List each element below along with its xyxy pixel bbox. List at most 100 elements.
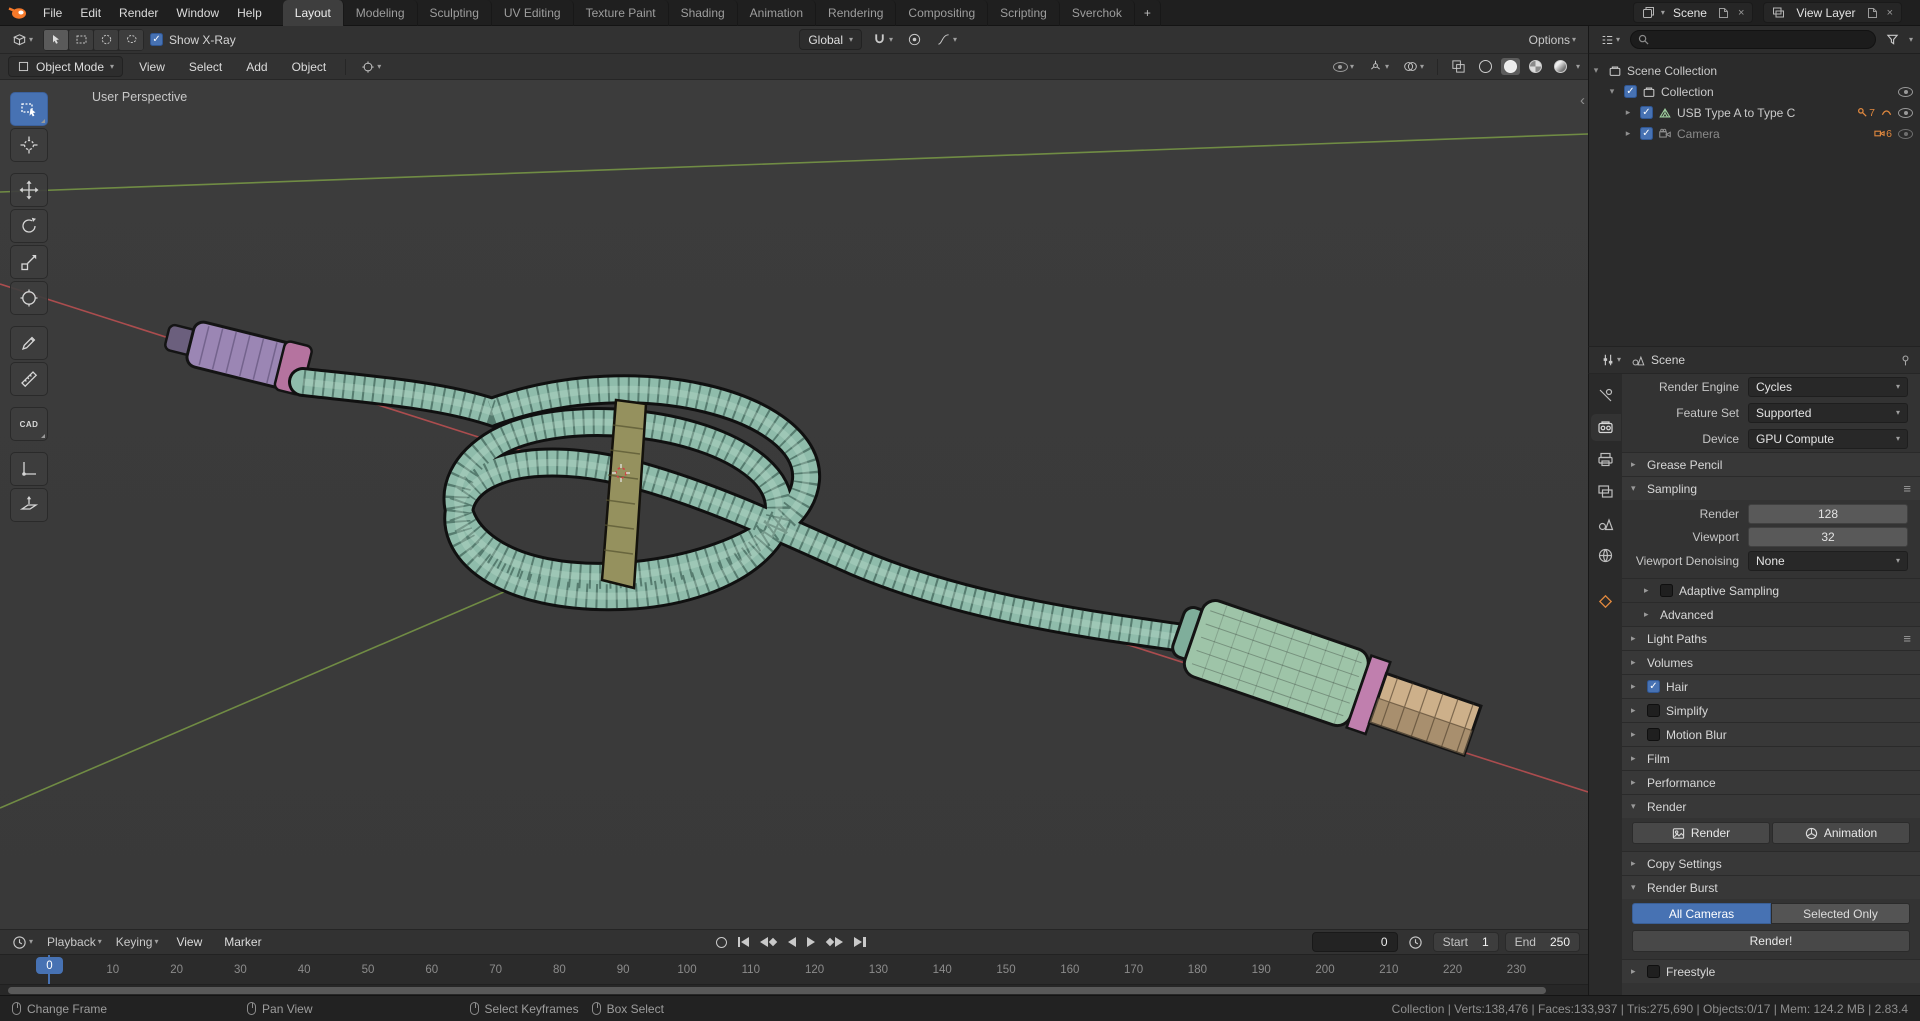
expand-icon[interactable]: ▾ [1589, 65, 1603, 76]
feature-set-select[interactable]: Supported ▾ [1748, 403, 1908, 423]
outliner-row-usb-object[interactable]: ▸ USB Type A to Type C 7 [1589, 102, 1920, 123]
camera-checkbox[interactable] [1640, 127, 1653, 140]
tab-scene-properties[interactable] [1591, 510, 1621, 537]
selected-only-button[interactable]: Selected Only [1771, 903, 1910, 924]
section-hair[interactable]: ▸ Hair [1622, 674, 1920, 698]
next-keyframe-button[interactable] [825, 937, 844, 947]
proportional-falloff-icon[interactable]: ▾ [932, 30, 961, 49]
toggle-xray-button[interactable] [1447, 57, 1470, 76]
viewport-denoising-select[interactable]: None ▾ [1748, 551, 1908, 571]
section-motion-blur[interactable]: ▸ Motion Blur [1622, 722, 1920, 746]
scrollbar-thumb[interactable] [8, 987, 1546, 994]
simplify-checkbox[interactable] [1647, 704, 1660, 717]
shading-solid-button[interactable] [1500, 58, 1520, 75]
section-copy-settings[interactable]: ▸ Copy Settings [1622, 851, 1920, 875]
workspace-tab-scripting[interactable]: Scripting [988, 0, 1060, 26]
outliner-editor-type-select[interactable]: ▾ [1596, 31, 1624, 49]
current-frame-field[interactable]: 0 [1311, 932, 1398, 952]
measure-tool[interactable] [10, 362, 48, 396]
viewport-menu-add[interactable]: Add [238, 58, 275, 76]
show-gizmo-menu[interactable]: ▾ [1364, 57, 1393, 76]
outliner-filter-icon[interactable] [1882, 31, 1903, 48]
shading-material-button[interactable] [1526, 58, 1545, 75]
playhead[interactable]: 0 [36, 957, 63, 974]
play-reverse-button[interactable] [788, 937, 797, 947]
show-xray-checkbox[interactable] [150, 33, 164, 46]
select-mode-box-button[interactable] [69, 29, 94, 50]
timeline-scrollbar[interactable] [0, 984, 1588, 995]
remove-view-layer-button[interactable]: × [1884, 7, 1896, 19]
select-mode-lasso-button[interactable] [119, 29, 144, 50]
chevron-down-icon[interactable]: ▾ [1576, 62, 1580, 71]
playback-menu[interactable]: Playback ▾ [43, 933, 106, 951]
viewport-menu-object[interactable]: Object [284, 58, 335, 76]
expand-icon[interactable]: ▾ [1605, 86, 1619, 97]
options-menu[interactable]: Options ▾ [1525, 31, 1580, 49]
cursor-tool[interactable] [10, 128, 48, 162]
cad-plane-tool[interactable] [10, 488, 48, 522]
panel-menu-icon[interactable]: ≡ [1903, 631, 1911, 646]
annotate-tool[interactable] [10, 326, 48, 360]
section-light-paths[interactable]: ▸ Light Paths ≡ [1622, 626, 1920, 650]
section-simplify[interactable]: ▸ Simplify [1622, 698, 1920, 722]
shading-rendered-button[interactable] [1551, 58, 1570, 75]
tab-view-layer-properties[interactable] [1591, 478, 1621, 505]
shading-wireframe-button[interactable] [1476, 58, 1495, 75]
outliner-row-collection[interactable]: ▾ Collection [1589, 81, 1920, 102]
panel-menu-icon[interactable]: ≡ [1903, 481, 1911, 496]
freestyle-checkbox[interactable] [1647, 965, 1660, 978]
eye-icon[interactable] [1898, 128, 1913, 139]
section-volumes[interactable]: ▸ Volumes [1622, 650, 1920, 674]
chevron-down-icon[interactable]: ▾ [1909, 35, 1913, 44]
usb-cable[interactable] [288, 367, 1211, 655]
tab-tool-properties[interactable] [1591, 382, 1621, 409]
workspace-tab-texture-paint[interactable]: Texture Paint [574, 0, 669, 26]
rotate-tool[interactable] [10, 209, 48, 243]
all-cameras-button[interactable]: All Cameras [1632, 903, 1771, 924]
menu-render[interactable]: Render [110, 2, 167, 24]
menu-window[interactable]: Window [167, 2, 228, 24]
browse-scene-icon[interactable] [1639, 6, 1658, 19]
move-tool[interactable] [10, 173, 48, 207]
viewport-menu-select[interactable]: Select [181, 58, 230, 76]
workspace-tab-compositing[interactable]: Compositing [896, 0, 989, 26]
section-film[interactable]: ▸ Film [1622, 746, 1920, 770]
section-render-burst[interactable]: ▾ Render Burst [1622, 875, 1920, 899]
menu-file[interactable]: File [34, 2, 71, 24]
region-collapse-arrow[interactable]: ‹ [1580, 92, 1585, 109]
workspace-tab-uv-editing[interactable]: UV Editing [492, 0, 574, 26]
select-box-tool[interactable] [10, 92, 48, 126]
timeline-editor-type-select[interactable]: ▾ [8, 933, 37, 952]
outliner-row-scene-collection[interactable]: ▾ Scene Collection [1589, 60, 1920, 81]
view-layer-name[interactable]: View Layer [1791, 6, 1860, 20]
collection-checkbox[interactable] [1624, 85, 1637, 98]
section-freestyle[interactable]: ▸ Freestyle [1622, 959, 1920, 983]
workspace-add-button[interactable]: + [1135, 0, 1161, 26]
frame-start-field[interactable]: Start 1 [1432, 932, 1499, 952]
device-select[interactable]: GPU Compute ▾ [1748, 429, 1908, 449]
adaptive-sampling-checkbox[interactable] [1660, 584, 1673, 597]
remove-scene-button[interactable]: × [1735, 7, 1747, 19]
render-button[interactable]: Render [1632, 822, 1770, 844]
render-samples-field[interactable]: 128 [1748, 503, 1908, 524]
section-performance[interactable]: ▸ Performance [1622, 770, 1920, 794]
hair-checkbox[interactable] [1647, 680, 1660, 693]
section-render[interactable]: ▾ Render [1622, 794, 1920, 818]
autokey-record-button[interactable] [715, 936, 727, 948]
scene-name[interactable]: Scene [1668, 6, 1712, 20]
menu-help[interactable]: Help [228, 2, 271, 24]
menu-edit[interactable]: Edit [71, 2, 110, 24]
usb-object-checkbox[interactable] [1640, 106, 1653, 119]
cad-corner-tool[interactable] [10, 452, 48, 486]
cad-tool[interactable]: CAD [10, 407, 48, 441]
section-adaptive-sampling[interactable]: ▸ Adaptive Sampling [1622, 578, 1920, 602]
tab-render-properties[interactable] [1590, 414, 1621, 441]
eye-icon[interactable] [1898, 86, 1913, 97]
viewport-samples-field[interactable]: 32 [1748, 526, 1908, 547]
workspace-tab-sverchok[interactable]: Sverchok [1060, 0, 1135, 26]
workspace-tab-modeling[interactable]: Modeling [344, 0, 418, 26]
frame-end-field[interactable]: End 250 [1504, 932, 1581, 952]
section-grease-pencil[interactable]: ▸ Grease Pencil [1622, 452, 1920, 476]
show-overlays-menu[interactable]: ▾ [1399, 57, 1428, 76]
keying-menu[interactable]: Keying ▾ [112, 933, 163, 951]
